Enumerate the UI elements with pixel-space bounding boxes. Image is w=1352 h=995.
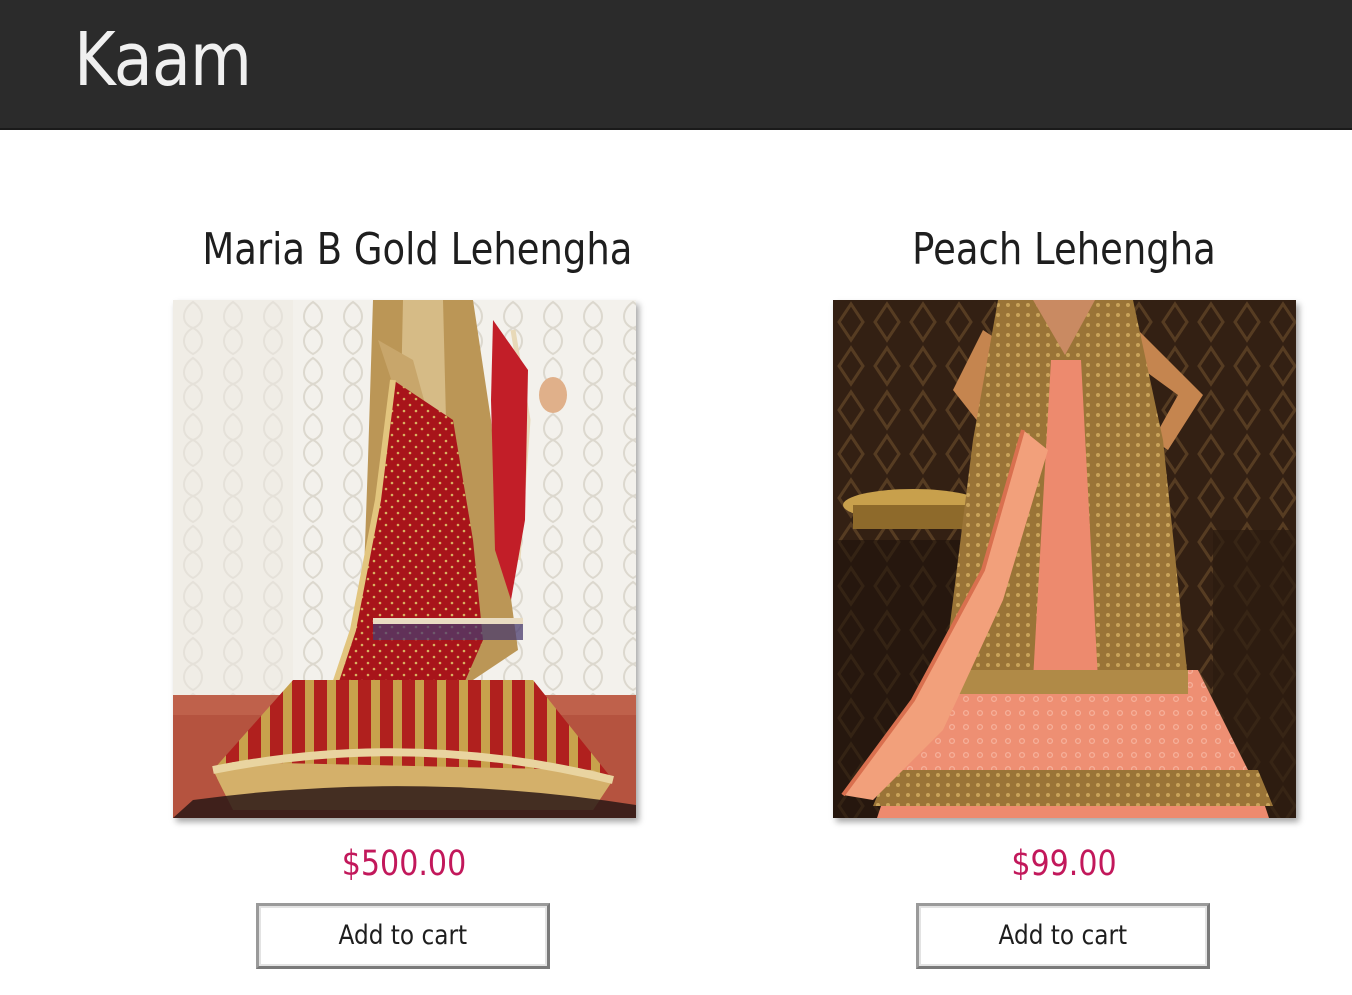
- product-title-link[interactable]: Peach Lehengha: [862, 212, 1265, 288]
- add-to-cart-label: Add to cart: [338, 920, 468, 951]
- product-title-link[interactable]: Maria B Gold Lehengha: [202, 212, 632, 288]
- add-to-cart-button[interactable]: Add to cart: [256, 903, 550, 969]
- product-price: $99.00: [1011, 844, 1117, 884]
- site-logo-link[interactable]: Kaam: [74, 14, 252, 106]
- product-image[interactable]: [833, 300, 1296, 818]
- site-header: Kaam: [0, 0, 1352, 130]
- product-card: Peach Lehengha $99.00 Add to cart: [824, 212, 1304, 969]
- product-price: $500.00: [341, 844, 467, 884]
- lehenga-photo-gold: [173, 300, 636, 818]
- product-image[interactable]: [173, 300, 636, 818]
- add-to-cart-label: Add to cart: [998, 920, 1128, 951]
- product-card: Maria B Gold Lehengha $500.00 Add to car…: [164, 212, 644, 969]
- lehenga-photo-peach: [833, 300, 1296, 818]
- add-to-cart-button[interactable]: Add to cart: [916, 903, 1210, 969]
